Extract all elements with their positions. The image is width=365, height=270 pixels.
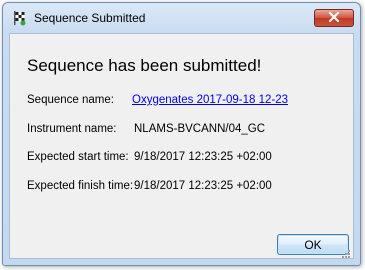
instrument-name-label: Instrument name: — [27, 123, 117, 135]
expected-start-time-label: Expected start time: — [27, 151, 129, 163]
close-button[interactable] — [314, 9, 354, 27]
instrument-name-value: NLAMS-BVCANN/04_GC — [134, 123, 266, 135]
expected-finish-time-value: 9/18/2017 12:23:25 +02:00 — [134, 180, 272, 192]
window-title: Sequence Submitted — [34, 11, 146, 25]
expected-start-time-value: 9/18/2017 12:23:25 +02:00 — [134, 151, 272, 163]
dialog-window: Sequence Submitted Sequence has been sub… — [2, 2, 361, 266]
resize-grip-icon[interactable] — [341, 246, 351, 258]
sequence-name-label: Sequence name: — [27, 94, 114, 106]
dialog-heading: Sequence has been submitted! — [27, 56, 262, 75]
dialog-content: Sequence has been submitted! Sequence na… — [9, 33, 354, 259]
checkered-flag-icon — [12, 10, 28, 26]
expected-finish-time-label: Expected finish time: — [27, 180, 134, 192]
title-bar[interactable]: Sequence Submitted — [3, 3, 360, 33]
sequence-name-link[interactable]: Oxygenates 2017-09-18 12-23 — [132, 94, 288, 106]
ok-button[interactable]: OK — [277, 234, 349, 255]
close-icon — [328, 9, 340, 27]
